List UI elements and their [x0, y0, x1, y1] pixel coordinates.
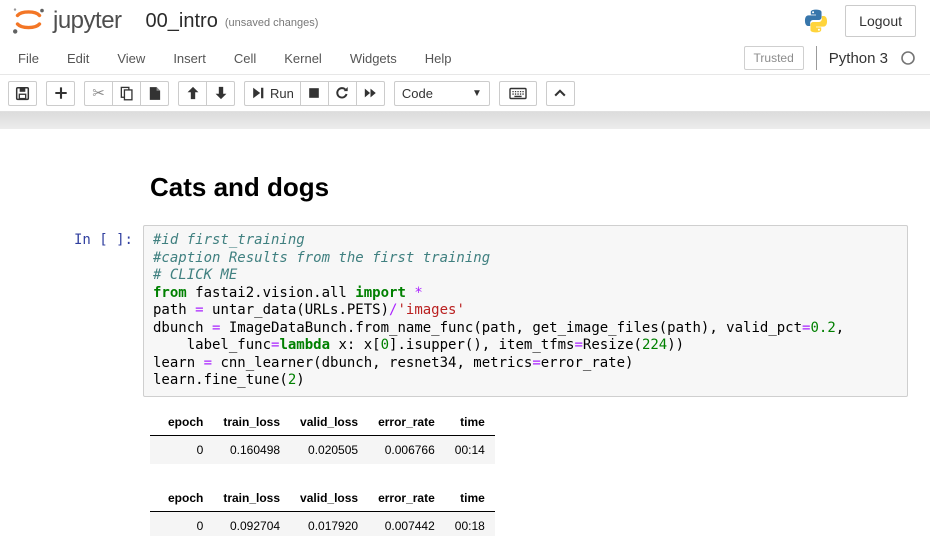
table-cell: 0.160498 [213, 435, 290, 464]
page-background-strip [0, 111, 930, 129]
table-header-cell: train_loss [213, 410, 290, 436]
menu-item-kernel[interactable]: Kernel [270, 43, 336, 74]
restart-run-all-button[interactable] [356, 81, 385, 106]
jupyter-logo[interactable]: jupyter [10, 6, 122, 36]
move-down-icon [214, 86, 228, 100]
collapse-toolbar-button[interactable] [546, 81, 575, 106]
table-header-cell: train_loss [213, 486, 290, 512]
table-header-cell: valid_loss [290, 486, 368, 512]
menu-item-view[interactable]: View [103, 43, 159, 74]
menu-item-file[interactable]: File [4, 43, 53, 74]
table-row: 00.0927040.0179200.00744200:18 [150, 511, 495, 536]
kernel-idle-icon [900, 50, 916, 66]
cell-type-dropdown[interactable]: Code ▼ [394, 81, 490, 106]
code-cell[interactable]: In [ ]: #id first_training #caption Resu… [0, 225, 930, 397]
logout-button[interactable]: Logout [845, 5, 916, 37]
run-cell-button[interactable]: Run [244, 81, 301, 106]
table-header-cell: epoch [150, 486, 213, 512]
cut-icon: ✂ [92, 86, 105, 101]
python-logo-icon [803, 8, 829, 34]
interrupt-kernel-button[interactable] [300, 81, 329, 106]
cell-outputs: epochtrain_lossvalid_losserror_ratetime0… [150, 410, 930, 537]
table-row: 00.1604980.0205050.00676600:14 [150, 435, 495, 464]
table-header-cell: error_rate [368, 486, 445, 512]
table-cell: 0.092704 [213, 511, 290, 536]
table-cell: 0.017920 [290, 511, 368, 536]
copy-icon [119, 86, 134, 101]
jupyter-logo-text: jupyter [53, 7, 122, 35]
menu-item-insert[interactable]: Insert [159, 43, 220, 74]
notebook-container: Cats and dogs In [ ]: #id first_training… [0, 129, 930, 536]
table-cell: 00:18 [445, 511, 495, 536]
paste-cell-button[interactable] [140, 81, 169, 106]
run-button-label: Run [270, 86, 294, 101]
copy-cell-button[interactable] [112, 81, 141, 106]
menu-items: FileEditViewInsertCellKernelWidgetsHelp [4, 43, 466, 74]
kernel-name: Python 3 [829, 50, 888, 67]
markdown-heading: Cats and dogs [150, 172, 930, 203]
cell-type-selected: Code [402, 86, 433, 101]
table-cell: 0.007442 [368, 511, 445, 536]
restart-run-all-icon [363, 86, 378, 100]
table-cell: 0.020505 [290, 435, 368, 464]
table-cell: 0 [150, 511, 213, 536]
move-cell-up-button[interactable] [178, 81, 207, 106]
chevron-up-icon [553, 87, 567, 99]
table-header-cell: time [445, 486, 495, 512]
table-cell: 00:14 [445, 435, 495, 464]
jupyter-logo-icon [10, 6, 46, 36]
cut-cell-button[interactable]: ✂ [84, 81, 113, 106]
table-cell: 0 [150, 435, 213, 464]
table-header-cell: valid_loss [290, 410, 368, 436]
header: jupyter 00_intro (unsaved changes) Logou… [0, 0, 930, 42]
training-results-table: epochtrain_lossvalid_losserror_ratetime0… [150, 486, 495, 537]
training-results-table: epochtrain_lossvalid_losserror_ratetime0… [150, 410, 495, 464]
chevron-down-icon: ▼ [472, 88, 482, 99]
code-text: #id first_training #caption Results from… [153, 232, 898, 390]
input-prompt: In [ ]: [0, 225, 143, 397]
autosave-status: (unsaved changes) [225, 17, 319, 29]
save-icon [15, 86, 30, 101]
move-up-icon [186, 86, 200, 100]
menu-item-widgets[interactable]: Widgets [336, 43, 411, 74]
menubar: FileEditViewInsertCellKernelWidgetsHelp … [0, 42, 930, 75]
menubar-divider [816, 46, 817, 70]
run-icon [251, 86, 265, 100]
table-header-cell: epoch [150, 410, 213, 436]
code-input-area[interactable]: #id first_training #caption Results from… [143, 225, 908, 397]
insert-cell-button[interactable] [46, 81, 75, 106]
table-header-cell: time [445, 410, 495, 436]
restart-kernel-button[interactable] [328, 81, 357, 106]
command-palette-button[interactable] [499, 81, 537, 106]
add-cell-icon [54, 86, 68, 100]
trusted-badge[interactable]: Trusted [744, 46, 804, 70]
paste-icon [147, 86, 162, 101]
toolbar: ✂ Run Code ▼ [0, 75, 930, 111]
menu-item-edit[interactable]: Edit [53, 43, 103, 74]
table-header-cell: error_rate [368, 410, 445, 436]
table-cell: 0.006766 [368, 435, 445, 464]
save-button[interactable] [8, 81, 37, 106]
move-cell-down-button[interactable] [206, 81, 235, 106]
menu-item-help[interactable]: Help [411, 43, 466, 74]
menu-item-cell[interactable]: Cell [220, 43, 270, 74]
notebook-title[interactable]: 00_intro [146, 10, 218, 33]
stop-icon [307, 86, 321, 100]
restart-kernel-icon [335, 86, 349, 100]
command-palette-icon [509, 86, 527, 101]
